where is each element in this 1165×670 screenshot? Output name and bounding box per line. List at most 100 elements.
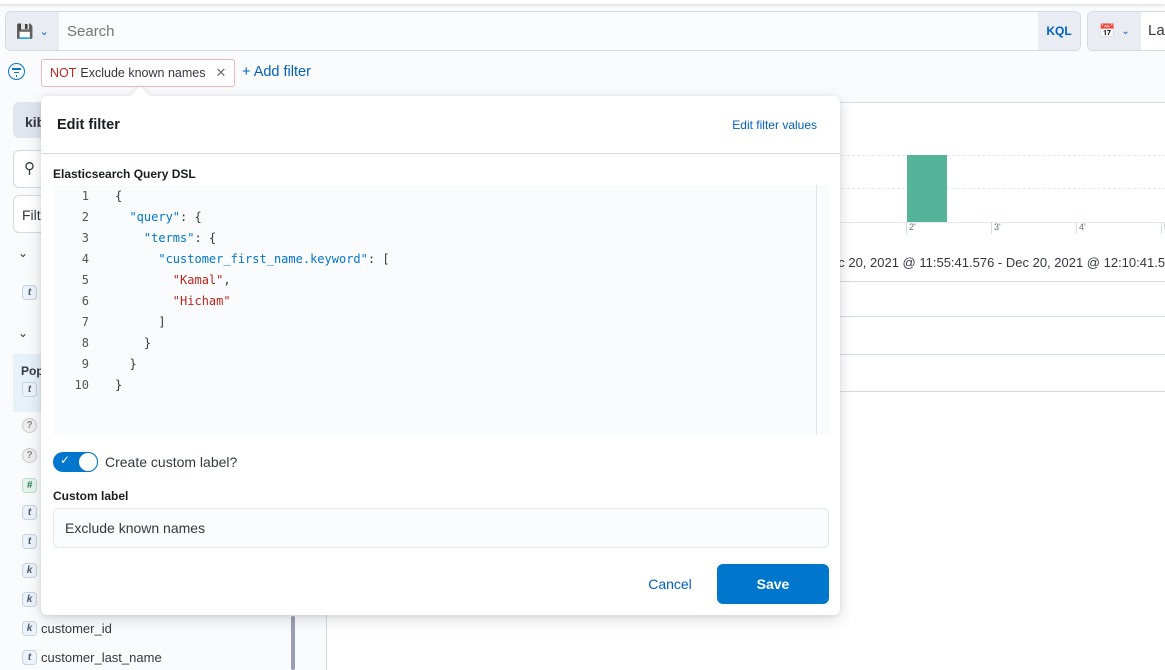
code-line: 10} <box>53 375 829 396</box>
line-number: 10 <box>74 378 89 392</box>
field-type-icon: k <box>22 621 37 636</box>
editor-scrollbar[interactable] <box>816 185 817 435</box>
time-range-label: ec 20, 2021 @ 11:55:41.576 - Dec 20, 202… <box>831 255 1165 270</box>
divider <box>827 316 1165 317</box>
filter-pill-label: Exclude known names <box>80 66 206 80</box>
filter-pill[interactable]: NOT Exclude known names ✕ <box>41 59 236 87</box>
x-tick-label: 4' <box>1076 222 1086 234</box>
search-input[interactable] <box>59 12 1038 50</box>
code-line: 8 } <box>53 333 829 354</box>
field-type-icon: ? <box>22 448 37 463</box>
code-token: "Hicham" <box>172 294 231 308</box>
code-token: { <box>115 189 123 203</box>
x-tick-label: 5' <box>1161 222 1165 234</box>
code-text: "query": { <box>89 207 202 228</box>
field-type-icon: k <box>22 592 37 607</box>
dsl-label: Elasticsearch Query DSL <box>53 167 196 181</box>
chevron-down-icon: ⌄ <box>39 25 49 38</box>
code-line: 3 "terms": { <box>53 228 829 249</box>
field-type-icon: t <box>22 285 37 300</box>
sidebar-scrollbar[interactable] <box>291 616 295 670</box>
filter-options-icon[interactable] <box>8 63 25 80</box>
popover-title: Edit filter <box>57 117 120 133</box>
code-token: "Kamal" <box>172 273 224 287</box>
custom-label-toggle[interactable]: ✓ <box>53 452 98 472</box>
chevron-down-icon[interactable]: ⌄ <box>18 326 28 340</box>
line-number: 7 <box>81 315 89 329</box>
code-text: { <box>89 186 122 207</box>
line-number: 6 <box>81 294 89 308</box>
cancel-button[interactable]: Cancel <box>631 564 709 604</box>
field-type-icon: ? <box>22 418 37 433</box>
code-line: 5 "Kamal", <box>53 270 829 291</box>
top-header <box>0 0 1165 4</box>
edit-filter-popover: Edit filter Edit filter values Elasticse… <box>41 96 840 615</box>
code-text: "Kamal", <box>89 270 231 291</box>
field-item-customer-last-name[interactable]: customer_last_name <box>41 650 162 665</box>
close-icon[interactable]: ✕ <box>215 65 226 81</box>
custom-label-toggle-label: Create custom label? <box>105 454 238 470</box>
code-token: , <box>223 273 231 287</box>
date-range-label: La <box>1148 22 1165 39</box>
code-line: 6 "Hicham" <box>53 291 829 312</box>
field-type-icon: k <box>22 563 37 578</box>
custom-label-input[interactable] <box>53 508 829 548</box>
code-line: 4 "customer_first_name.keyword": [ <box>53 249 829 270</box>
x-axis <box>837 222 1165 223</box>
divider <box>827 354 1165 355</box>
divider <box>827 391 1165 392</box>
field-item-customer-id[interactable]: customer_id <box>41 621 112 636</box>
histogram-bar[interactable] <box>907 155 947 222</box>
line-number: 9 <box>81 357 89 371</box>
code-text: } <box>89 375 122 396</box>
save-button[interactable]: Save <box>717 564 829 604</box>
query-language-button[interactable]: KQL <box>1038 12 1080 50</box>
check-icon: ✓ <box>60 453 71 467</box>
divider <box>41 153 840 154</box>
grid-line <box>837 155 1165 156</box>
code-token: ] <box>115 315 166 329</box>
saved-query-menu-button[interactable]: 💾 ⌄ <box>6 12 59 50</box>
code-token: } <box>115 378 123 392</box>
code-line: 2 "query": { <box>53 207 829 228</box>
code-token: "terms" <box>143 231 195 245</box>
chevron-down-icon: ⌄ <box>1121 25 1130 37</box>
filter-negation: NOT <box>50 66 77 80</box>
line-number: 1 <box>81 189 89 203</box>
query-dsl-editor[interactable]: 1{2 "query": {3 "terms": {4 "customer_fi… <box>53 185 829 435</box>
divider <box>827 281 1165 282</box>
code-text: } <box>89 333 151 354</box>
field-type-icon: t <box>22 650 37 665</box>
code-text: } <box>89 354 137 375</box>
field-type-icon: t <box>22 534 37 549</box>
code-token: : { <box>180 210 202 224</box>
date-picker[interactable]: 📅 ⌄ La <box>1087 11 1165 51</box>
line-number: 2 <box>81 210 89 224</box>
line-number: 4 <box>81 252 89 266</box>
code-token: : { <box>194 231 217 245</box>
code-token: "customer_first_name.keyword" <box>158 252 368 266</box>
chevron-down-icon[interactable]: ⌄ <box>18 246 28 260</box>
add-filter-button[interactable]: + Add filter <box>242 64 311 80</box>
code-text: "terms": { <box>89 228 216 249</box>
line-number: 8 <box>81 336 89 350</box>
line-number: 3 <box>81 231 89 245</box>
edit-filter-values-link[interactable]: Edit filter values <box>732 118 817 132</box>
search-icon: ⚲ <box>24 160 35 177</box>
field-type-icon: t <box>22 505 37 520</box>
code-token: : [ <box>367 252 390 266</box>
code-token: } <box>115 357 137 371</box>
code-text: "Hicham" <box>89 291 231 312</box>
code-line: 7 ] <box>53 312 829 333</box>
query-bar: 💾 ⌄ KQL <box>5 11 1081 51</box>
x-tick-label: 2' <box>906 222 916 234</box>
x-tick-label: 3' <box>991 222 1001 234</box>
code-token: "query" <box>129 210 181 224</box>
code-token: } <box>115 336 152 350</box>
field-type-icon: # <box>22 478 37 493</box>
custom-label-heading: Custom label <box>53 489 129 503</box>
